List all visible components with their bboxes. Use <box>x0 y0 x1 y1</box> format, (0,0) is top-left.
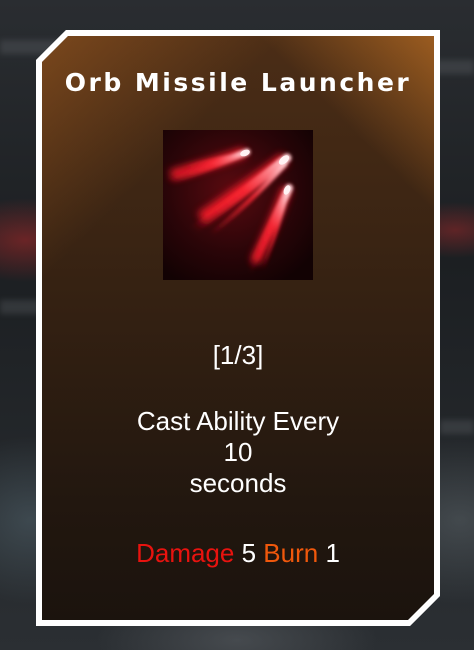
upgrade-card[interactable]: Orb Missile Launcher [1/3] Cast Ability … <box>42 36 434 620</box>
description-line: Cast Ability Every <box>136 406 340 436</box>
card-title: Orb Missile Launcher <box>64 68 412 97</box>
upgrade-level: [1/3] <box>212 340 264 370</box>
description-line: seconds <box>189 468 287 498</box>
orb-missile-icon <box>163 130 313 280</box>
stat-burn-value: 1 <box>325 538 340 568</box>
ability-description: Cast Ability Every 10 seconds <box>42 406 434 499</box>
stat-burn-label: Burn <box>263 538 319 568</box>
stat-line: Damage 5 Burn 1 <box>42 538 434 569</box>
background-streak <box>440 420 474 434</box>
background-streak <box>0 300 40 314</box>
description-interval: 10 <box>223 437 253 467</box>
stat-damage-value: 5 <box>241 538 257 568</box>
stat-damage-label: Damage <box>136 538 235 568</box>
